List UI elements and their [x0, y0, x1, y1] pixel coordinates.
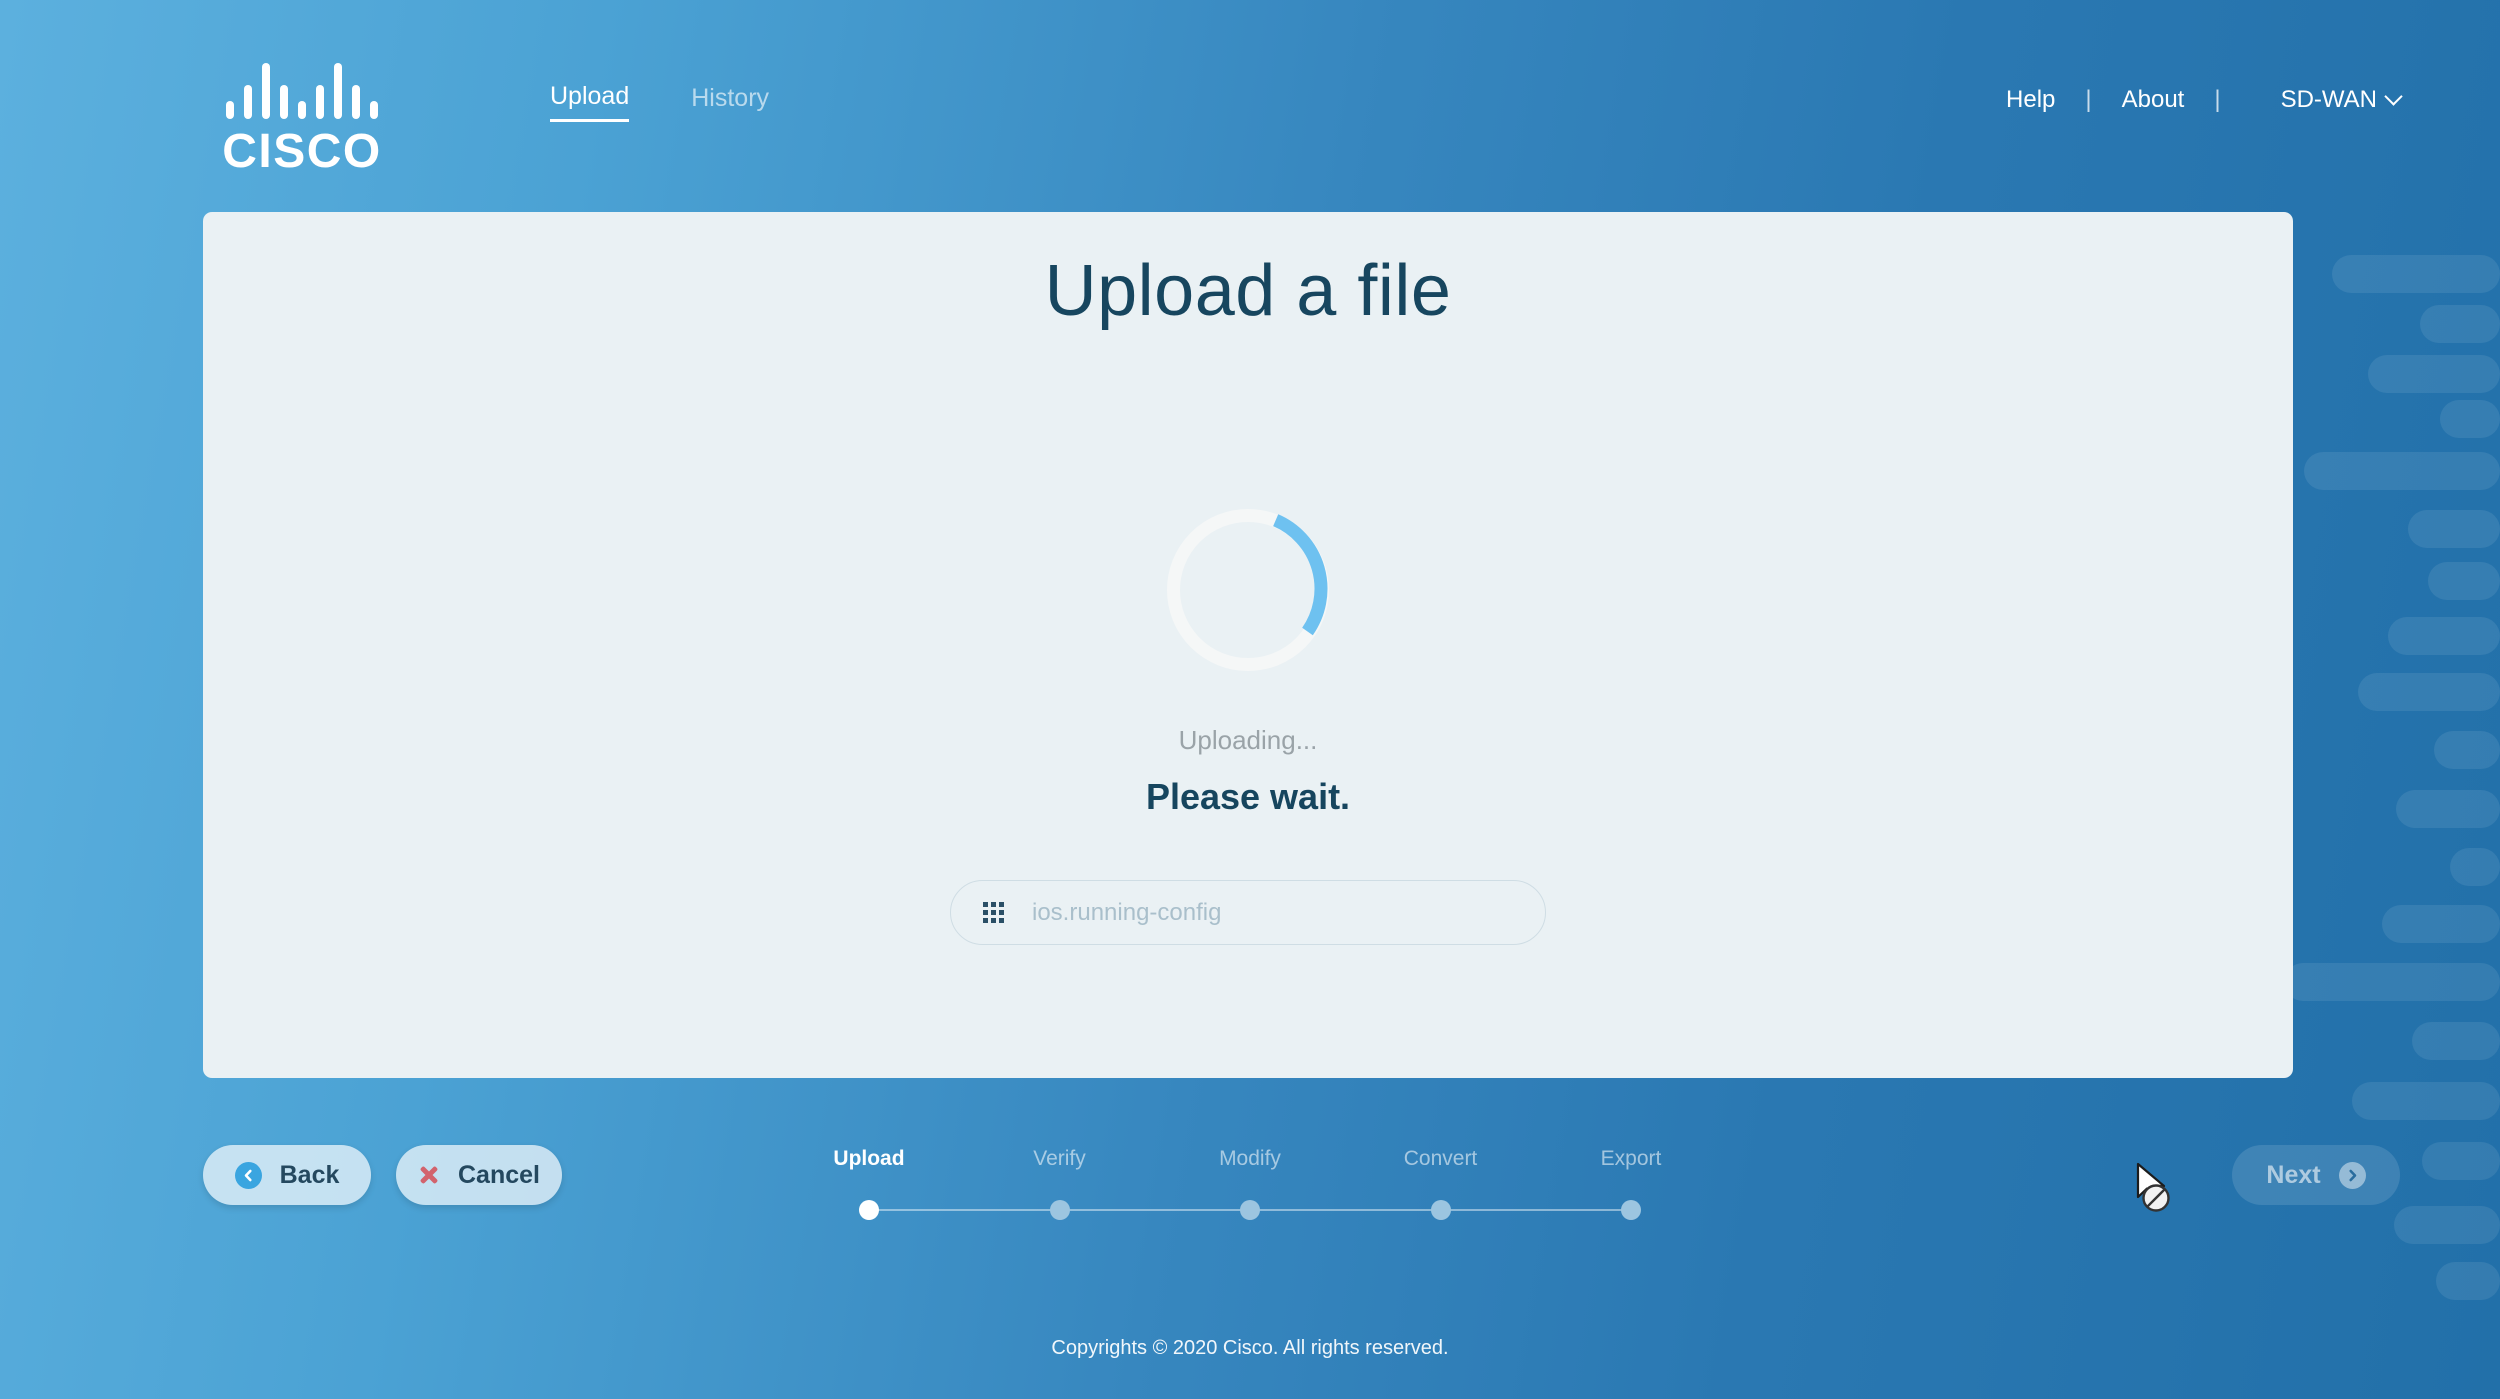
back-button-label: Back [279, 1160, 340, 1189]
nav-separator-2: | [2214, 86, 2221, 113]
decorative-bar-2 [2420, 305, 2500, 343]
file-name-field[interactable]: ios.running-config [950, 880, 1546, 945]
footer-copyright: Copyrights © 2020 Cisco. All rights rese… [1051, 1337, 1449, 1359]
decorative-bar-3 [2368, 355, 2500, 393]
cisco-logo-bar-8 [352, 85, 360, 119]
please-wait-text: Please wait. [1145, 776, 1351, 817]
grid-icon [983, 902, 1004, 923]
next-button-label: Next [2266, 1160, 2321, 1189]
close-x-icon [418, 1164, 440, 1186]
arrow-right-circle-icon [2338, 1161, 2366, 1189]
utility-nav: Help | About | SD-WAN [2006, 86, 2403, 113]
decorative-bar-9 [2358, 673, 2500, 711]
cisco-wordmark: CISCO [222, 125, 382, 178]
next-button[interactable]: Next [2232, 1145, 2400, 1205]
cisco-logo-bar-7 [334, 63, 342, 119]
decorative-bar-6 [2408, 510, 2500, 548]
main-nav: Upload History [550, 84, 769, 122]
decorative-bar-15 [2412, 1022, 2500, 1060]
cisco-logo-bar-1 [226, 101, 234, 119]
page-title: Upload a file [1044, 251, 1452, 331]
decorative-bar-11 [2396, 790, 2500, 828]
wizard-controls: Back Cancel Next [0, 1145, 2500, 1255]
decorative-bar-12 [2450, 848, 2500, 886]
cisco-logo-bar-5 [298, 101, 306, 119]
chevron-down-icon [2384, 86, 2403, 106]
decorative-bar-10 [2434, 731, 2500, 769]
about-link[interactable]: About [2122, 88, 2185, 112]
arrow-left-circle-icon [234, 1161, 262, 1189]
region-select[interactable]: SD-WAN [2280, 86, 2403, 113]
decorative-bar-7 [2428, 562, 2500, 600]
cisco-logo-bars [186, 63, 418, 119]
cancel-button-label: Cancel [458, 1160, 540, 1189]
decorative-bar-14 [2284, 963, 2500, 1001]
tab-upload[interactable]: Upload [550, 84, 630, 122]
cancel-button[interactable]: Cancel [396, 1145, 562, 1205]
cisco-logo-bar-2 [244, 85, 252, 119]
help-link[interactable]: Help [2006, 88, 2055, 112]
cisco-logo[interactable]: CISCO [186, 63, 418, 176]
loading-spinner-icon [1167, 509, 1329, 671]
decorative-bar-1 [2332, 255, 2500, 293]
cisco-logo-bar-6 [316, 85, 324, 119]
decorative-bar-8 [2388, 617, 2500, 655]
spinner-arc [1272, 514, 1328, 636]
region-select-label: SD-WAN [2280, 86, 2377, 113]
file-name-value: ios.running-config [1032, 898, 1222, 926]
cisco-logo-bar-3 [262, 63, 270, 119]
decorative-bar-5 [2304, 452, 2500, 490]
cisco-logo-bar-9 [370, 101, 378, 119]
upload-card: Upload a file Uploading... Please wait. … [203, 212, 2293, 1078]
back-button[interactable]: Back [203, 1145, 371, 1205]
upload-status-text: Uploading... [1178, 725, 1318, 755]
decorative-bar-19 [2436, 1262, 2500, 1300]
decorative-bar-16 [2352, 1082, 2500, 1120]
decorative-bar-13 [2382, 905, 2500, 943]
cisco-logo-bar-4 [280, 85, 288, 119]
nav-separator-1: | [2085, 86, 2092, 113]
decorative-bar-4 [2440, 400, 2500, 438]
page-header: CISCO Upload History Help | About | SD-W… [0, 0, 2500, 212]
tab-history[interactable]: History [691, 85, 769, 121]
